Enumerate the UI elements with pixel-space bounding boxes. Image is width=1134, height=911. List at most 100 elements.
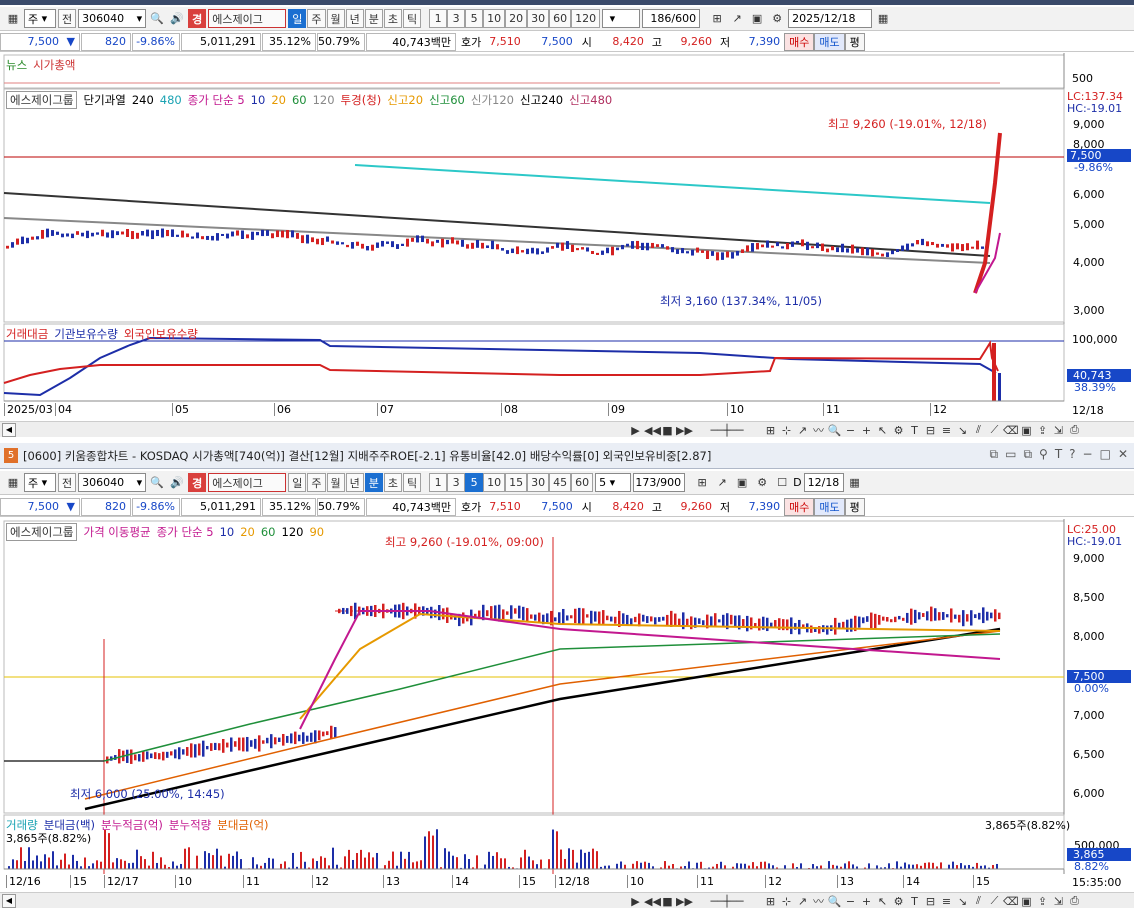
tab-3[interactable]: 10 [483, 473, 506, 492]
save-chart-icon[interactable]: ▣ [1019, 895, 1034, 908]
eval-button[interactable]: 평 [844, 497, 865, 516]
tab-0[interactable]: 1 [429, 9, 448, 28]
ruler-icon[interactable]: ⊟ [923, 895, 938, 908]
print-icon[interactable]: ⎙ [1067, 423, 1082, 437]
buy-button[interactable]: 매수 [784, 32, 815, 51]
erase-icon[interactable]: ⌫ [1003, 424, 1019, 437]
settings-icon[interactable]: ⚙ [891, 895, 906, 908]
chart-tool-icon[interactable]: ⊞ [763, 424, 778, 437]
sell-button[interactable]: 매도 [814, 497, 845, 516]
zoom-icon[interactable]: 🔍 [827, 895, 842, 908]
stop-icon[interactable]: ■ [660, 424, 675, 437]
chart-type-icon[interactable]: ⊞ [708, 9, 726, 28]
legend-item-2[interactable]: 480 [160, 93, 182, 107]
tab-2[interactable]: 월 [326, 9, 345, 28]
first-icon[interactable]: ◀◀ [644, 424, 661, 437]
legend-item-3[interactable]: 분누적량 [169, 817, 211, 833]
period-select[interactable]: 주 ▾ [24, 473, 56, 492]
minimize-icon[interactable]: − [1083, 447, 1093, 462]
zoom-icon[interactable]: 🔍 [827, 424, 842, 437]
scroll-right-icon[interactable]: ▶ [628, 895, 643, 908]
erase-icon[interactable]: ⌫ [1003, 895, 1019, 908]
more-icon[interactable]: ⇲ [1051, 424, 1066, 437]
legend-item-12[interactable]: 신고240 [520, 92, 563, 108]
stock-code-input[interactable]: 306040 ▾ [78, 473, 147, 492]
stop-icon[interactable]: ■ [660, 895, 675, 908]
pointer-icon[interactable]: ↖ [875, 424, 890, 437]
legend-item-1[interactable]: 240 [132, 93, 154, 107]
scroll-left-icon[interactable]: ◀ [2, 422, 16, 437]
chevron-down-icon[interactable]: ▾ [137, 476, 143, 489]
legend-item-0[interactable]: 거래대금 [6, 326, 48, 342]
wave-tool-icon[interactable]: 〰 [811, 893, 826, 909]
prev-button[interactable]: 전 [58, 473, 77, 492]
tab-1[interactable]: 주 [307, 9, 326, 28]
tab-0[interactable]: 1 [429, 473, 448, 492]
legend-item-13[interactable]: 신고480 [569, 92, 612, 108]
draw-tool-icon[interactable]: ↗ [713, 473, 731, 492]
more-icon[interactable]: ⇲ [1051, 895, 1066, 908]
legend-item-3[interactable]: 20 [240, 525, 255, 539]
text-icon[interactable]: T [1055, 447, 1062, 462]
cross-icon[interactable]: ⊹ [779, 424, 794, 437]
legend-item-4[interactable]: 60 [261, 525, 276, 539]
channel-icon[interactable]: ⫽ [971, 894, 986, 908]
tab-3[interactable]: 10 [483, 9, 506, 28]
legend-item-5[interactable]: 120 [282, 525, 304, 539]
fib-icon[interactable]: ≡ [939, 424, 954, 437]
prev-button[interactable]: 전 [58, 9, 77, 28]
close-icon[interactable]: ✕ [1118, 447, 1128, 462]
legend-item-11[interactable]: 신가120 [471, 92, 514, 108]
maximize-icon[interactable]: □ [1100, 447, 1111, 462]
help-icon[interactable]: ? [1069, 447, 1075, 462]
tab-4[interactable]: 분 [364, 9, 383, 28]
fib-icon[interactable]: ≡ [939, 895, 954, 908]
legend-item-5[interactable]: 20 [271, 93, 286, 107]
stock-name-field[interactable]: 에스제이그 [208, 9, 287, 28]
arrow-tool-icon[interactable]: ↘ [955, 895, 970, 908]
settings-icon[interactable]: ⚙ [891, 424, 906, 437]
chart-scrollbar-top[interactable]: ◀ ▶ ◀◀ ■ ▶▶ ──┼── ⊞ ⊹ ↗ 〰 🔍 − + ↖ ⚙ T ⊟ ≡ ↘ ⫽ ⟋ ⌫ ▣ ⇪ ⇲ ⎙ [0, 421, 1134, 437]
legend-item-9[interactable]: 신고20 [387, 92, 423, 108]
stock-code-input[interactable]: 306040 ▾ [78, 9, 147, 28]
text-tool-icon[interactable]: T [907, 895, 922, 908]
tab-4[interactable]: 20 [505, 9, 528, 28]
gann-icon[interactable]: ⟋ [987, 423, 1002, 437]
last-icon[interactable]: ▶▶ [676, 424, 693, 437]
chart-scrollbar-bottom[interactable]: ◀ ▶ ◀◀ ■ ▶▶ ──┼── ⊞ ⊹ ↗ 〰 🔍 − + ↖ ⚙ T ⊟ ≡ ↘ ⫽ ⟋ ⌫ ▣ ⇪ ⇲ ⎙ [0, 892, 1134, 908]
legend-item-2[interactable]: 10 [220, 525, 235, 539]
legend-item-3[interactable]: 종가 단순 5 [188, 92, 245, 108]
gann-icon[interactable]: ⟋ [987, 894, 1002, 908]
grid-icon[interactable]: ▦ [4, 9, 22, 28]
legend-item-1[interactable]: 기관보유수량 [54, 326, 117, 342]
tab-7[interactable]: 60 [571, 473, 594, 492]
search-icon[interactable]: 🔍 [148, 9, 166, 28]
copy-icon[interactable]: ⧉ [1023, 447, 1032, 462]
tab-5[interactable]: 초 [383, 473, 402, 492]
line-tool-icon[interactable]: ↗ [795, 424, 810, 437]
chart-tool-icon[interactable]: ⊞ [763, 895, 778, 908]
eval-button[interactable]: 평 [844, 32, 865, 51]
draw-tool-icon[interactable]: ↗ [728, 9, 746, 28]
save-chart-icon[interactable]: ▣ [1019, 424, 1034, 437]
tab-6[interactable]: 45 [549, 473, 572, 492]
custom-count-select[interactable]: ▾ [602, 9, 641, 28]
minimize-panel-icon[interactable]: ▭ [1005, 447, 1016, 462]
share-icon[interactable]: ⇪ [1035, 424, 1050, 437]
channel-icon[interactable]: ⫽ [971, 423, 986, 437]
grid-icon[interactable]: ▦ [4, 473, 22, 492]
zoom-slider[interactable]: ──┼── [692, 424, 762, 437]
range-input[interactable]: 173/900 [633, 473, 686, 492]
tab-0[interactable]: 일 [288, 473, 307, 492]
legend-item-1[interactable]: 종가 단순 5 [157, 524, 214, 540]
legend-item-8[interactable]: 투경(청) [341, 92, 382, 108]
zoom-out-icon[interactable]: − [843, 895, 858, 908]
tab-2[interactable]: 5 [465, 9, 484, 28]
calendar-icon[interactable]: ▦ [874, 9, 892, 28]
save-icon[interactable]: ▣ [733, 473, 751, 492]
interval-select[interactable]: 5 ▾ [595, 473, 632, 492]
share-icon[interactable]: ⇪ [1035, 895, 1050, 908]
text-tool-icon[interactable]: T [907, 424, 922, 437]
tab-3[interactable]: 년 [345, 473, 364, 492]
zoom-in-icon[interactable]: + [859, 424, 874, 437]
